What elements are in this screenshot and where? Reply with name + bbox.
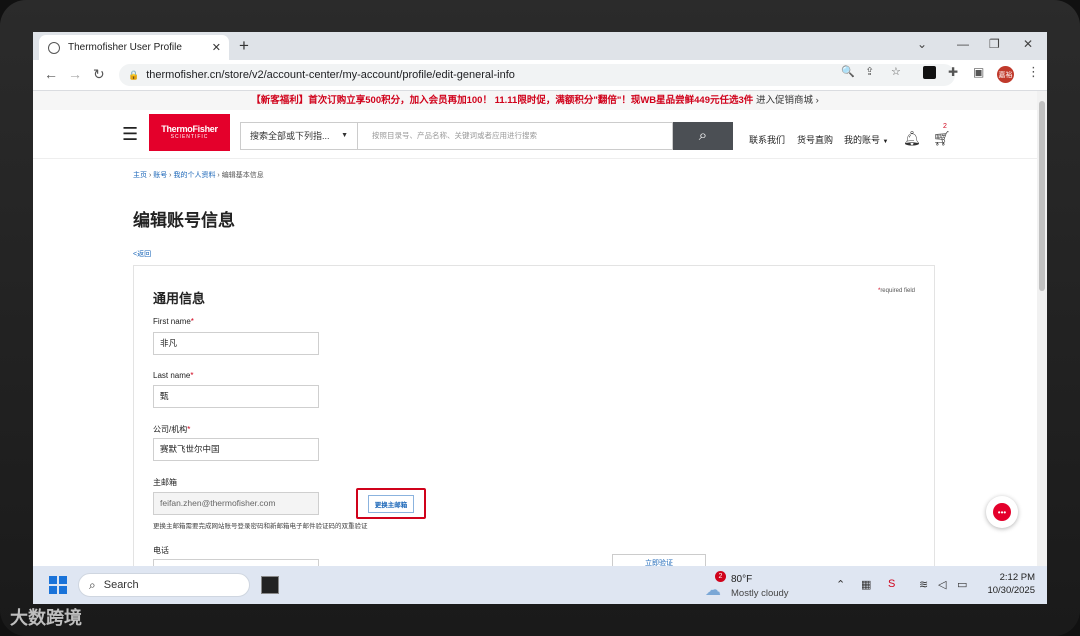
logo-line-1: ThermoFisher <box>161 124 218 134</box>
search-icon: ⌕ <box>89 577 96 592</box>
clock[interactable]: 2:12 PM 10/30/2025 <box>983 571 1035 597</box>
avatar[interactable]: 嘉裕 <box>997 66 1014 83</box>
weather-condition: Mostly cloudy <box>731 588 789 599</box>
browser-window: Thermofisher User Profile ✕ + ⌄ — ❐ ✕ ← … <box>33 32 1047 604</box>
chevron-up-icon[interactable]: ⌃ <box>836 578 845 591</box>
change-email-button[interactable]: 更换主邮箱 <box>356 488 426 519</box>
promo-banner[interactable]: 【新客福利】首次订购立享500积分，加入会员再加100！ 11.11限时促，满额… <box>33 91 1037 110</box>
weather-badge: 2 <box>715 571 726 582</box>
thermofisher-logo[interactable]: ThermoFisher SCIENTIFIC <box>149 114 230 151</box>
tray-app-icon[interactable]: ▦ <box>861 578 871 591</box>
company-label-text: 公司/机构 <box>153 425 188 434</box>
my-account-menu[interactable]: 我的账号 ▼ <box>844 133 888 146</box>
first-name-field[interactable]: 非凡 <box>153 332 319 355</box>
browser-tab[interactable]: Thermofisher User Profile ✕ <box>39 35 229 60</box>
breadcrumb-account[interactable]: 账号 <box>153 172 167 179</box>
address-bar[interactable]: 🔒 thermofisher.cn/store/v2/account-cente… <box>119 64 955 86</box>
globe-icon <box>48 41 60 54</box>
my-account-label: 我的账号 <box>844 135 881 145</box>
minimize-icon[interactable]: — <box>957 37 969 51</box>
required-note: *required field <box>877 288 915 294</box>
temperature: 80°F <box>731 574 753 585</box>
chat-bubble-icon: ••• <box>993 503 1011 521</box>
page-title: 编辑账号信息 <box>133 211 235 230</box>
cloud-icon: ☁ <box>705 582 721 599</box>
promo-text: 【新客福利】首次订购立享500积分，加入会员再加100！ 11.11限时促，满额… <box>251 95 754 106</box>
breadcrumb: 主页 › 账号 › 我的个人资料 › 编辑基本信息 <box>133 172 264 179</box>
extension-icon[interactable] <box>923 66 936 79</box>
reload-icon[interactable]: ↻ <box>93 66 105 83</box>
chat-widget[interactable]: ••• <box>986 496 1018 528</box>
bookmark-star-icon[interactable]: ☆ <box>891 65 901 78</box>
puzzle-icon[interactable]: ✚ <box>948 65 958 79</box>
email-field: feifan.zhen@thermofisher.com <box>153 492 319 515</box>
tab-strip: Thermofisher User Profile ✕ + ⌄ — ❐ ✕ <box>33 32 1047 60</box>
search-scope-label: 搜索全部或下列指... <box>250 131 330 141</box>
email-hint: 更换主邮箱需要完成网站账号登录密码和新邮箱电子邮件验证码的双重验证 <box>153 523 368 530</box>
url-text: thermofisher.cn/store/v2/account-center/… <box>146 69 515 81</box>
clock-date: 10/30/2025 <box>987 585 1035 596</box>
sidepanel-icon[interactable]: ▣ <box>973 65 984 79</box>
lock-icon: 🔒 <box>128 69 140 80</box>
first-name-label-text: First name <box>153 317 191 326</box>
email-label: 主邮箱 <box>153 478 177 487</box>
breadcrumb-current: 编辑基本信息 <box>221 172 264 179</box>
clock-time: 2:12 PM <box>999 572 1035 583</box>
taskbar: ⌕ Search ☁ 2 80°F Mostly cloudy ⌃ ▦ S ≋ … <box>33 566 1047 604</box>
caret-down-icon: ▼ <box>882 139 889 145</box>
volume-icon[interactable]: ◁ <box>938 578 946 591</box>
search-input[interactable]: 按照目录号、产品名称、关键词或者应用进行搜索 <box>358 122 673 150</box>
site-header: ☰ ThermoFisher SCIENTIFIC 搜索全部或下列指... ▼ … <box>33 110 1037 159</box>
caret-down-icon: ▼ <box>341 132 348 139</box>
forward-arrow-icon[interactable]: → <box>68 66 82 82</box>
tray-s-icon[interactable]: S <box>888 578 895 590</box>
company-label: 公司/机构* <box>153 425 191 434</box>
watermark: 大数跨境 <box>10 608 82 628</box>
search-icon: ⌕ <box>698 127 708 144</box>
page-scrollbar[interactable] <box>1037 91 1047 604</box>
web-page: 【新客福利】首次订购立享500积分，加入会员再加100！ 11.11限时促，满额… <box>33 91 1037 604</box>
search-scope-select[interactable]: 搜索全部或下列指... ▼ <box>240 122 358 150</box>
wifi-icon[interactable]: ≋ <box>919 578 928 591</box>
general-info-card: 通用信息 *required field First name* 非凡 Last… <box>133 265 935 604</box>
logo-line-2: SCIENTIFIC <box>170 134 209 140</box>
bell-icon[interactable]: 🔔︎ <box>903 130 921 147</box>
back-arrow-icon[interactable]: ← <box>44 66 58 82</box>
taskbar-search[interactable]: ⌕ Search <box>78 573 250 597</box>
tab-title: Thermofisher User Profile <box>68 42 182 53</box>
company-field[interactable]: 赛默飞世尔中国 <box>153 438 319 461</box>
browser-toolbar: ← → ↻ 🔒 thermofisher.cn/store/v2/account… <box>33 60 1047 91</box>
last-name-field[interactable]: 甄 <box>153 385 319 408</box>
battery-icon[interactable]: ▭ <box>957 578 967 591</box>
last-name-label: Last name* <box>153 371 194 380</box>
phone-label: 电话 <box>153 546 169 555</box>
back-link[interactable]: <返回 <box>133 249 151 259</box>
windows-start-icon[interactable] <box>49 576 67 594</box>
new-tab-button[interactable]: + <box>239 36 249 56</box>
promo-link[interactable]: 进入促销商城 › <box>756 95 819 106</box>
cart-icon[interactable]: 🛒︎ <box>933 130 951 147</box>
restore-icon[interactable]: ❐ <box>989 37 1000 51</box>
chevron-down-icon[interactable]: ⌄ <box>917 37 927 51</box>
required-note-text: required field <box>880 288 915 294</box>
scrollbar-thumb[interactable] <box>1039 101 1045 291</box>
search-button[interactable]: ⌕ <box>673 122 733 150</box>
breadcrumb-home[interactable]: 主页 <box>133 172 147 179</box>
breadcrumb-profile[interactable]: 我的个人资料 <box>173 172 215 179</box>
taskbar-search-label: Search <box>103 579 139 591</box>
share-icon[interactable]: ⇪ <box>865 65 874 78</box>
cart-count-badge: 2 <box>943 123 947 130</box>
last-name-label-text-2: Last name <box>153 371 191 380</box>
contact-us-link[interactable]: 联系我们 <box>749 133 785 146</box>
section-title: 通用信息 <box>153 291 206 306</box>
hamburger-menu-icon[interactable]: ☰ <box>122 124 138 145</box>
tab-close-icon[interactable]: ✕ <box>212 41 221 54</box>
quick-order-link[interactable]: 货号直购 <box>797 133 833 146</box>
taskbar-app-icon[interactable] <box>261 576 279 594</box>
first-name-label: First name* <box>153 317 194 326</box>
zoom-icon[interactable]: 🔍 <box>841 65 855 78</box>
kebab-menu-icon[interactable]: ⋮ <box>1027 64 1040 80</box>
change-email-label: 更换主邮箱 <box>367 494 415 513</box>
window-close-icon[interactable]: ✕ <box>1023 37 1033 51</box>
